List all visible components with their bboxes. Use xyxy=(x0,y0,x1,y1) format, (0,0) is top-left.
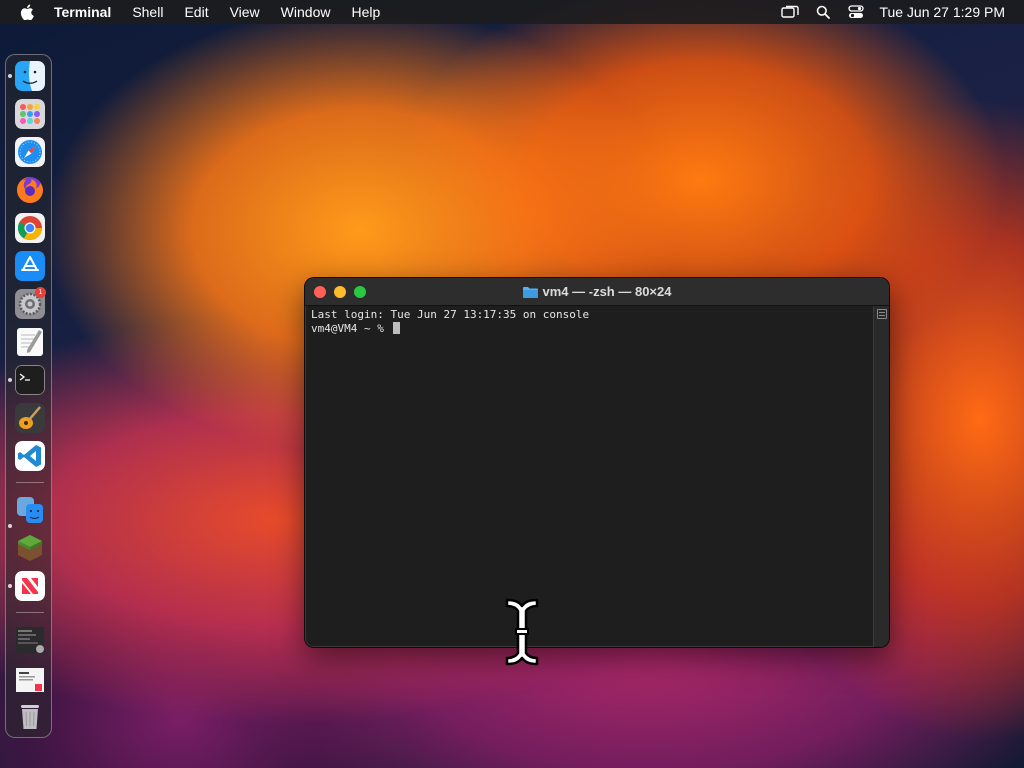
textedit-icon[interactable] xyxy=(15,327,45,357)
maximize-button[interactable] xyxy=(354,286,366,298)
chrome-icon[interactable] xyxy=(15,213,45,243)
dock-separator xyxy=(16,482,44,483)
migration-icon[interactable] xyxy=(15,495,45,525)
apple-icon[interactable] xyxy=(18,3,36,21)
terminal-window[interactable]: vm4 — -zsh — 80×24 Last login: Tue Jun 2… xyxy=(304,277,890,648)
launchpad-icon[interactable] xyxy=(15,99,45,129)
folder-icon xyxy=(522,286,538,298)
menu-view[interactable]: View xyxy=(230,0,260,24)
running-indicator xyxy=(8,378,12,382)
terminal-output[interactable]: Last login: Tue Jun 27 13:17:35 on conso… xyxy=(305,306,873,647)
document-thumb-icon[interactable] xyxy=(15,665,45,695)
menu-bar: Terminal Shell Edit View Window Help Tue… xyxy=(0,0,1024,24)
terminal-icon[interactable] xyxy=(15,365,45,395)
menu-help[interactable]: Help xyxy=(351,0,380,24)
menu-edit[interactable]: Edit xyxy=(184,0,208,24)
trash-icon[interactable] xyxy=(15,701,45,731)
text-cursor xyxy=(393,322,401,334)
finder-icon[interactable] xyxy=(15,61,45,91)
scrollbar[interactable] xyxy=(873,306,889,647)
menu-shell[interactable]: Shell xyxy=(132,0,163,24)
status-area: Tue Jun 27 1:29 PM xyxy=(767,4,1024,20)
spotlight-search-icon[interactable] xyxy=(813,4,833,20)
window-title-text: vm4 — -zsh — 80×24 xyxy=(542,284,672,299)
window-titlebar[interactable]: vm4 — -zsh — 80×24 xyxy=(305,278,889,306)
dock: 1 xyxy=(5,54,52,738)
window-title: vm4 — -zsh — 80×24 xyxy=(522,284,672,299)
ibeam-cursor-icon xyxy=(505,598,539,666)
menu-window[interactable]: Window xyxy=(281,0,331,24)
close-button[interactable] xyxy=(314,286,326,298)
running-indicator xyxy=(8,524,12,528)
news-icon[interactable] xyxy=(15,571,45,601)
guitar-icon[interactable] xyxy=(15,403,45,433)
running-indicator xyxy=(8,584,12,588)
screenshot-thumb-icon[interactable] xyxy=(15,625,45,655)
last-login-line: Last login: Tue Jun 27 13:17:35 on conso… xyxy=(311,308,590,321)
firefox-icon[interactable] xyxy=(15,175,45,205)
menubar-clock[interactable]: Tue Jun 27 1:29 PM xyxy=(879,4,1005,20)
app-store-icon[interactable] xyxy=(15,251,45,281)
vscode-icon[interactable] xyxy=(15,441,45,471)
prompt-line[interactable]: vm4@VM4 ~ % xyxy=(311,322,867,336)
split-pane-icon[interactable] xyxy=(877,309,887,319)
running-indicator xyxy=(8,74,12,78)
minecraft-icon[interactable] xyxy=(15,533,45,563)
safari-icon[interactable] xyxy=(15,137,45,167)
settings-icon[interactable]: 1 xyxy=(15,287,46,319)
screen-mirroring-icon[interactable] xyxy=(780,4,800,20)
prompt-text: vm4@VM4 ~ % xyxy=(311,322,391,335)
notification-badge: 1 xyxy=(35,287,46,298)
menu-app-terminal[interactable]: Terminal xyxy=(54,0,111,24)
dock-separator xyxy=(16,612,44,613)
minimize-button[interactable] xyxy=(334,286,346,298)
control-center-icon[interactable] xyxy=(846,4,866,20)
